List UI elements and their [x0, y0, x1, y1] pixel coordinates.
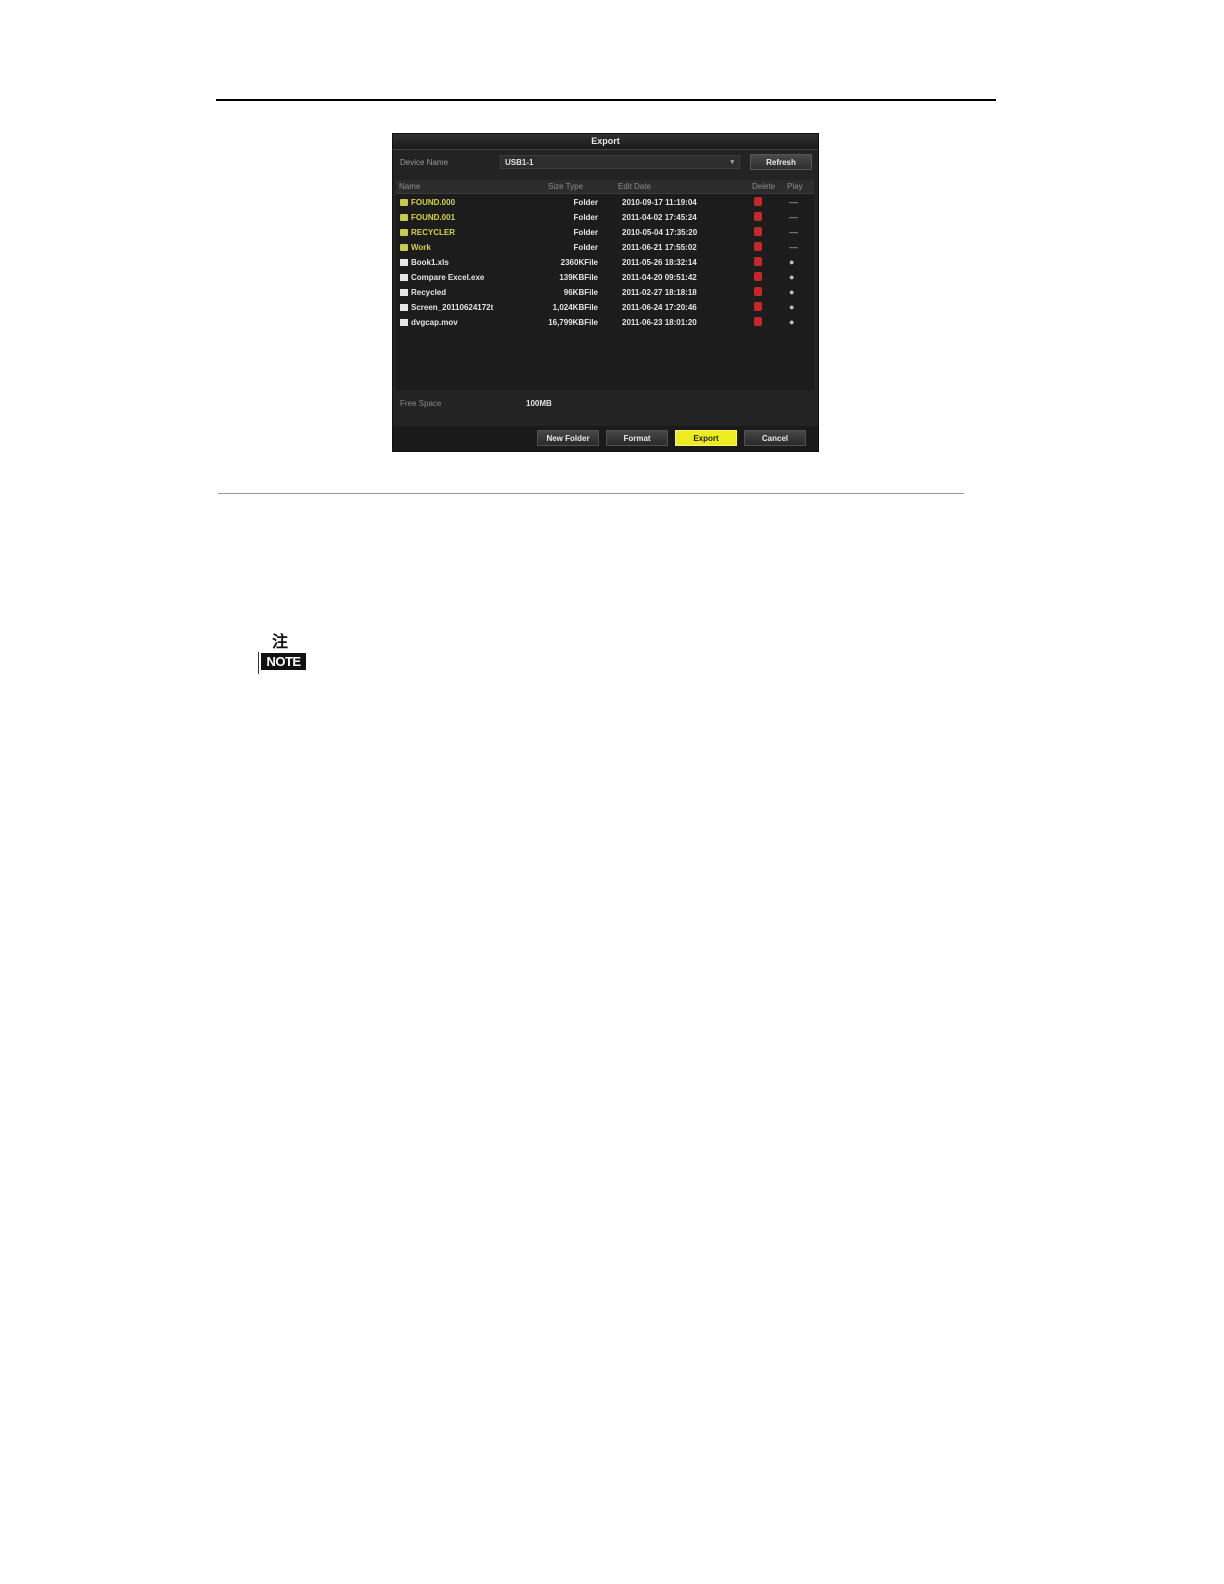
refresh-button[interactable]: Refresh [750, 154, 812, 170]
row-name: dvgcap.mov [411, 318, 458, 327]
delete-icon[interactable] [754, 197, 762, 206]
row-date: 2010-09-17 11:19:04 [622, 198, 697, 207]
file-icon [400, 274, 408, 281]
play-icon[interactable]: ● [789, 287, 794, 297]
row-date: 2011-04-20 09:51:42 [622, 273, 697, 282]
dialog-footer: New Folder Format Export Cancel [393, 426, 818, 451]
note-icon: 注 NOTE [258, 628, 308, 676]
table-row[interactable]: Work Folder 2011-06-21 17:55:02 — [396, 240, 814, 255]
note-label: NOTE [261, 653, 306, 670]
column-edit-date: Edit Date [618, 182, 651, 191]
device-row: Device Name USB1-1 ▾ Refresh [398, 154, 813, 171]
row-size: 16,799KBFile [548, 318, 598, 327]
figure-rule [218, 493, 964, 494]
column-size-type: Size Type [548, 182, 583, 191]
free-space-value: 100MB [526, 399, 552, 408]
cancel-button[interactable]: Cancel [744, 430, 806, 446]
device-select-value: USB1-1 [505, 158, 534, 167]
free-space-row: Free Space 100MB [398, 396, 813, 411]
row-name: Recycled [411, 288, 447, 297]
folder-icon [400, 244, 408, 251]
row-date: 2011-02-27 18:18:18 [622, 288, 697, 297]
row-size: Folder [573, 243, 598, 252]
row-size: 1,024KBFile [552, 303, 598, 312]
file-icon [400, 259, 408, 266]
dash-icon: — [789, 227, 798, 237]
column-name: Name [399, 182, 421, 191]
file-icon [400, 289, 408, 296]
note-glyph: 注 [272, 634, 289, 651]
device-name-label: Device Name [400, 158, 449, 167]
table-row[interactable]: Screen_20110624172t 1,024KBFile 2011-06-… [396, 300, 814, 315]
row-size: 139KBFile [559, 273, 598, 282]
row-date: 2011-04-02 17:45:24 [622, 213, 697, 222]
format-button[interactable]: Format [606, 430, 668, 446]
table-header: Name Size Type Edit Date Delete Play [396, 180, 814, 194]
play-icon[interactable]: ● [789, 257, 794, 267]
free-space-label: Free Space [400, 399, 442, 408]
table-row[interactable]: FOUND.000 Folder 2010-09-17 11:19:04 — [396, 195, 814, 210]
file-table: Name Size Type Edit Date Delete Play FOU… [396, 180, 814, 390]
dash-icon: — [789, 242, 798, 252]
device-select[interactable]: USB1-1 ▾ [500, 155, 740, 169]
table-row[interactable]: Recycled 96KBFile 2011-02-27 18:18:18 ● [396, 285, 814, 300]
row-size: Folder [573, 213, 598, 222]
table-row[interactable]: FOUND.001 Folder 2011-04-02 17:45:24 — [396, 210, 814, 225]
export-button[interactable]: Export [675, 430, 737, 446]
export-dialog: Export Device Name USB1-1 ▾ Refresh Name… [393, 134, 818, 451]
column-delete: Delete [752, 182, 776, 191]
table-row[interactable]: Compare Excel.exe 139KBFile 2011-04-20 0… [396, 270, 814, 285]
delete-icon[interactable] [754, 212, 762, 221]
new-folder-button[interactable]: New Folder [537, 430, 599, 446]
header-rule [216, 99, 996, 101]
chevron-down-icon: ▾ [730, 159, 734, 166]
delete-icon[interactable] [754, 272, 762, 281]
row-name: Work [411, 243, 431, 252]
row-date: 2011-06-23 18:01:20 [622, 318, 697, 327]
file-icon [400, 304, 408, 311]
delete-icon[interactable] [754, 257, 762, 266]
play-icon[interactable]: ● [789, 317, 794, 327]
column-play: Play [787, 182, 803, 191]
row-date: 2011-06-24 17:20:46 [622, 303, 697, 312]
row-name: Screen_20110624172t [411, 303, 494, 312]
row-size: Folder [573, 198, 598, 207]
play-icon[interactable]: ● [789, 302, 794, 312]
row-name: Compare Excel.exe [411, 273, 485, 282]
dialog-title: Export [393, 134, 818, 150]
file-icon [400, 319, 408, 326]
table-row[interactable]: RECYCLER Folder 2010-05-04 17:35:20 — [396, 225, 814, 240]
play-icon[interactable]: ● [789, 272, 794, 282]
table-row[interactable]: dvgcap.mov 16,799KBFile 2011-06-23 18:01… [396, 315, 814, 330]
table-row[interactable]: Book1.xls 2360KFile 2011-05-26 18:32:14 … [396, 255, 814, 270]
row-size: 2360KFile [560, 258, 598, 267]
delete-icon[interactable] [754, 302, 762, 311]
dash-icon: — [789, 212, 798, 222]
row-date: 2010-05-04 17:35:20 [622, 228, 698, 237]
folder-icon [400, 199, 408, 206]
row-date: 2011-06-21 17:55:02 [622, 243, 697, 252]
row-name: RECYCLER [411, 228, 456, 237]
folder-icon [400, 229, 408, 236]
delete-icon[interactable] [754, 242, 762, 251]
delete-icon[interactable] [754, 287, 762, 296]
row-name: FOUND.001 [411, 213, 456, 222]
row-size: Folder [573, 228, 598, 237]
folder-icon [400, 214, 408, 221]
row-date: 2011-05-26 18:32:14 [622, 258, 697, 267]
row-name: Book1.xls [411, 258, 449, 267]
dash-icon: — [789, 197, 798, 207]
row-size: 96KBFile [563, 288, 598, 297]
delete-icon[interactable] [754, 227, 762, 236]
row-name: FOUND.000 [411, 198, 456, 207]
delete-icon[interactable] [754, 317, 762, 326]
